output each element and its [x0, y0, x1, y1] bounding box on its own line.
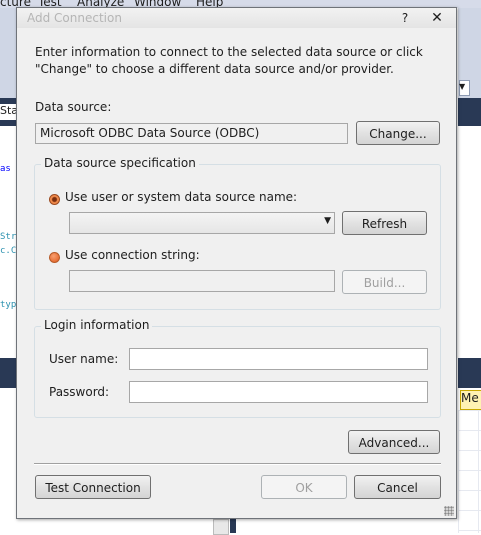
ide-code-editor: as s Str c.C type	[0, 126, 17, 351]
ide-designer-grid	[458, 410, 481, 533]
intro-text: Enter information to connect to the sele…	[35, 45, 423, 76]
use-connection-string-label[interactable]: Use connection string:	[65, 248, 200, 262]
data-source-field: Microsoft ODBC Data Source (ODBC)	[35, 123, 348, 144]
ide-scroll-thumb[interactable]	[230, 519, 236, 533]
code-line: type	[0, 300, 17, 310]
group-title: Data source specification	[41, 156, 199, 170]
refresh-button[interactable]: Refresh	[342, 211, 427, 235]
use-dsn-radio[interactable]	[49, 194, 60, 205]
password-label: Password:	[49, 385, 110, 399]
dsn-combobox[interactable]: ▼	[69, 212, 335, 234]
change-button[interactable]: Change...	[356, 121, 440, 145]
code-line: Str	[0, 232, 17, 242]
connection-string-input	[69, 270, 335, 292]
dialog-title: Add Connection	[27, 11, 122, 25]
close-icon[interactable]: ✕	[429, 10, 445, 26]
help-icon[interactable]: ?	[397, 10, 413, 26]
ide-tabstrip-right	[458, 98, 481, 126]
add-connection-dialog: Add Connection ? ✕ Enter information to …	[16, 7, 457, 519]
username-label: User name:	[49, 352, 119, 366]
ok-button[interactable]: OK	[261, 475, 347, 499]
use-connection-string-radio[interactable]	[49, 252, 60, 263]
advanced-button[interactable]: Advanced...	[348, 430, 440, 454]
login-info-group: Login information	[34, 318, 441, 418]
ide-panel-header-right	[458, 358, 481, 388]
data-source-label: Data source:	[35, 100, 112, 114]
use-dsn-label[interactable]: Use user or system data source name:	[65, 190, 297, 204]
footer-separator	[34, 463, 441, 465]
dialog-titlebar[interactable]: Add Connection ? ✕	[17, 8, 456, 28]
chevron-down-icon: ▼	[324, 216, 331, 226]
test-connection-button[interactable]: Test Connection	[35, 475, 151, 499]
code-line: as s	[0, 164, 17, 174]
code-line: c.C	[0, 246, 17, 256]
password-input[interactable]	[129, 381, 428, 403]
build-button[interactable]: Build...	[342, 270, 427, 294]
ide-panel-header-left	[0, 358, 17, 388]
ide-side-tab[interactable]: Me	[460, 390, 481, 410]
chevron-down-icon: ▼	[459, 82, 466, 91]
resize-grip-icon[interactable]	[444, 506, 454, 516]
group-title: Login information	[41, 318, 153, 332]
cancel-button[interactable]: Cancel	[354, 475, 441, 499]
username-input[interactable]	[129, 348, 428, 370]
